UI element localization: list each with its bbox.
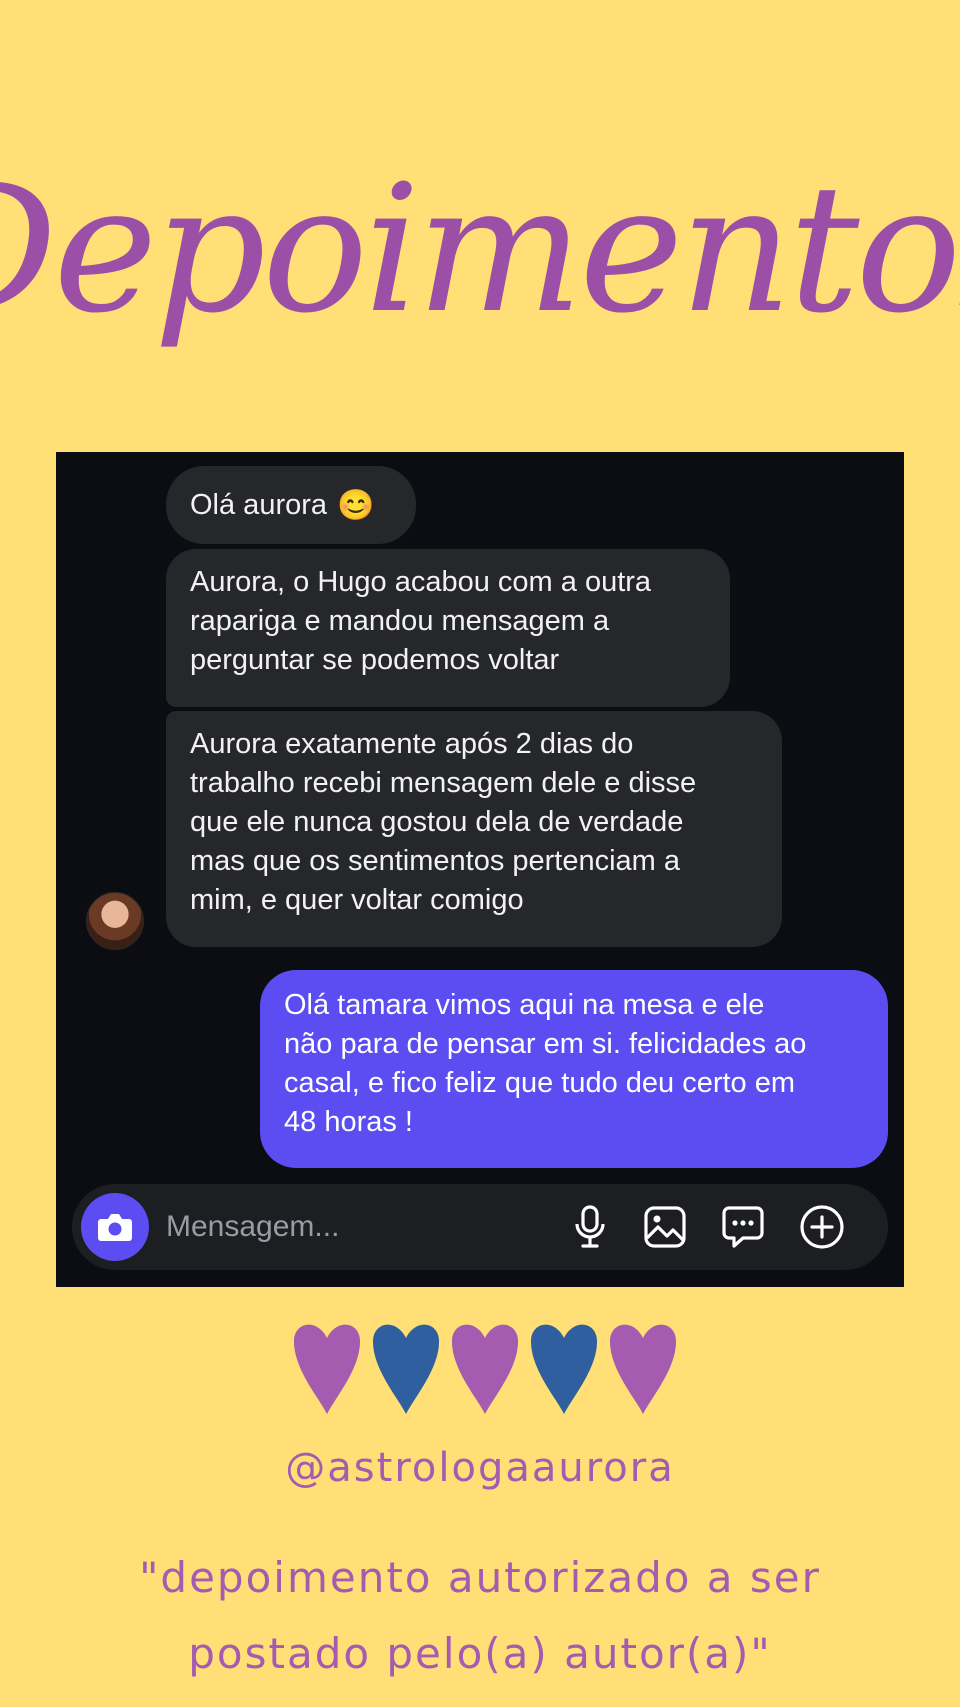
contact-avatar[interactable] (86, 892, 144, 950)
microphone-button[interactable] (567, 1204, 613, 1250)
plus-icon (800, 1205, 844, 1249)
instagram-handle: @astrologaaurora (285, 1445, 675, 1491)
message-bubble-2: Aurora, o Hugo acabou com a outra rapari… (166, 549, 730, 707)
heart-icon (451, 1324, 519, 1414)
sticker-button[interactable] (720, 1204, 766, 1250)
hearts-decoration (293, 1324, 677, 1414)
camera-button[interactable] (81, 1193, 149, 1261)
message-text: Olá aurora (190, 488, 328, 521)
sticker-icon (722, 1206, 764, 1248)
message-bubble-3: Aurora exatamente após 2 dias do trabalh… (166, 711, 782, 947)
authorization-note-line-2: postado pelo(a) autor(a)" (188, 1629, 772, 1678)
message-input[interactable] (166, 1206, 506, 1248)
authorization-note: "depoimento autorizado a ser postado pel… (80, 1540, 880, 1692)
page-title-text: Depoimentos (0, 147, 960, 352)
image-icon (644, 1206, 686, 1248)
chat-screenshot: Olá aurora 😊 Aurora, o Hugo acabou com a… (56, 452, 904, 1287)
page-title: Depoimentos (0, 70, 960, 430)
smile-emoji-icon: 😊 (337, 488, 375, 522)
message-bubble-1: Olá aurora 😊 (166, 466, 416, 544)
heart-icon (293, 1324, 361, 1414)
gallery-button[interactable] (642, 1204, 688, 1250)
heart-icon (609, 1324, 677, 1414)
camera-icon (98, 1214, 132, 1241)
heart-icon (530, 1324, 598, 1414)
message-composer (72, 1184, 888, 1270)
heart-icon (372, 1324, 440, 1414)
more-button[interactable] (799, 1204, 845, 1250)
microphone-icon (575, 1205, 605, 1248)
authorization-note-line-1: "depoimento autorizado a ser (139, 1553, 821, 1602)
message-bubble-outgoing: Olá tamara vimos aqui na mesa e ele não … (260, 970, 888, 1168)
